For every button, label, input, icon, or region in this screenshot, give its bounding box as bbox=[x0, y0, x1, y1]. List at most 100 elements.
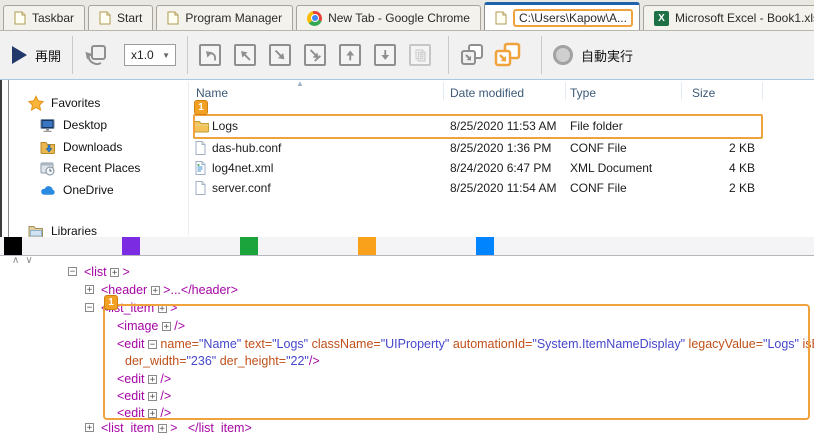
collapse-toggle-icon[interactable]: − bbox=[85, 303, 94, 312]
file-type: File folder bbox=[570, 119, 623, 133]
autorun-button[interactable]: 自動実行 bbox=[553, 45, 633, 65]
sidebar-item-recent-places[interactable]: Recent Places bbox=[40, 159, 140, 177]
collapse-toggle-icon[interactable]: − bbox=[148, 340, 157, 349]
step-button-group bbox=[199, 44, 444, 66]
tree-token: > bbox=[119, 265, 130, 279]
file-name: server.conf bbox=[212, 181, 271, 195]
tree-row[interactable]: <edit + /> bbox=[0, 389, 814, 405]
file-name: das-hub.conf bbox=[212, 141, 281, 155]
file-size: 2 KB bbox=[630, 181, 755, 195]
expand-toggle-icon[interactable]: + bbox=[158, 424, 167, 433]
tree-row[interactable]: −<list + > bbox=[0, 265, 814, 281]
expand-toggle-icon[interactable]: + bbox=[148, 409, 157, 418]
tree-row[interactable]: −<list_item + > bbox=[0, 301, 814, 317]
color-swatch[interactable] bbox=[122, 237, 140, 255]
color-swatch[interactable] bbox=[240, 237, 258, 255]
switch-window-active-icon bbox=[494, 42, 522, 68]
expand-toggle-icon[interactable]: + bbox=[158, 304, 167, 313]
arrow-up-left-curve-button[interactable] bbox=[199, 44, 221, 66]
switch-window-active-button[interactable] bbox=[494, 42, 522, 68]
tree-token: automationId= bbox=[449, 337, 532, 351]
color-swatch[interactable] bbox=[358, 237, 376, 255]
expand-toggle-icon[interactable]: + bbox=[85, 285, 94, 294]
zoom-select[interactable]: x1.0 ▼ bbox=[124, 44, 176, 66]
column-header-name[interactable]: Name bbox=[196, 86, 228, 100]
tree-token: <edit bbox=[117, 406, 148, 420]
tree-row[interactable]: +<header + >...</header> bbox=[0, 283, 814, 299]
arrow-down-right-button[interactable] bbox=[269, 44, 291, 66]
switch-window-button[interactable] bbox=[460, 43, 486, 67]
tree-row[interactable]: <edit + /> bbox=[0, 372, 814, 388]
tree-token: /> bbox=[157, 372, 171, 386]
toolbar: 再開 x1.0 ▼ bbox=[0, 31, 814, 80]
tree-token: isEn bbox=[799, 337, 814, 351]
tab-c-users-kapow-a[interactable]: C:\Users\Kapow\A... bbox=[484, 2, 640, 30]
xml-file-icon bbox=[193, 160, 208, 176]
tree-row[interactable]: <edit + /> bbox=[0, 406, 814, 422]
tab-label: Microsoft Excel - Book1.xlsx bbox=[675, 11, 814, 25]
tree-token: "Logs" bbox=[272, 337, 308, 351]
resume-button[interactable]: 再開 bbox=[12, 46, 61, 65]
file-row-server-conf[interactable]: server.conf8/25/2020 11:54 AMCONF File2 … bbox=[190, 180, 770, 198]
tree-token: </list_item> bbox=[188, 421, 252, 433]
file-row-das-hub-conf[interactable]: das-hub.conf8/25/2020 1:36 PMCONF File2 … bbox=[190, 140, 770, 158]
column-header-size[interactable]: Size bbox=[692, 86, 715, 100]
device-automation-window: Taskbar Start Program ManagerNew Tab - Goo… bbox=[0, 0, 814, 433]
tab-start[interactable]: Start bbox=[88, 5, 153, 30]
tree-token: text= bbox=[241, 337, 272, 351]
tab-label: Start bbox=[117, 11, 142, 25]
tree-token: /> bbox=[157, 389, 171, 403]
toolbar-separator bbox=[72, 36, 73, 74]
expand-toggle-icon[interactable]: + bbox=[148, 392, 157, 401]
file-icon bbox=[193, 140, 208, 156]
sidebar-item-onedrive[interactable]: OneDrive bbox=[40, 181, 114, 199]
file-row-logs[interactable]: Logs8/25/2020 11:53 AMFile folder bbox=[190, 118, 770, 136]
tree-token: <list_item bbox=[101, 301, 158, 315]
tree-token: <list bbox=[84, 265, 110, 279]
column-separator bbox=[681, 82, 682, 100]
expand-toggle-icon[interactable]: + bbox=[162, 322, 171, 331]
tree-row[interactable]: der_width="236" der_height="22"/> bbox=[0, 354, 814, 370]
tree-token: className= bbox=[308, 337, 381, 351]
chrome-icon bbox=[307, 11, 322, 26]
tree-token: "22" bbox=[286, 354, 309, 368]
tree-row[interactable]: +<list_item + > </list_item> bbox=[0, 421, 814, 433]
tab-bar: Taskbar Start Program ManagerNew Tab - Goo… bbox=[0, 0, 814, 31]
copy-disabled-button[interactable] bbox=[409, 44, 431, 66]
color-swatch[interactable] bbox=[476, 237, 494, 255]
sidebar-item-downloads[interactable]: Downloads bbox=[40, 138, 122, 156]
tree-token: > bbox=[167, 301, 178, 315]
sidebar-item-desktop[interactable]: Desktop bbox=[40, 116, 107, 134]
tab-program-manager[interactable]: Program Manager bbox=[156, 5, 293, 30]
tree-row[interactable]: <image + /> bbox=[0, 319, 814, 335]
tab-microsoft-excel-book1-xlsx[interactable]: XMicrosoft Excel - Book1.xlsx bbox=[643, 5, 814, 30]
tree-row[interactable]: <edit − name="Name" text="Logs" classNam… bbox=[0, 337, 814, 353]
file-date: 8/25/2020 1:36 PM bbox=[450, 141, 551, 155]
arrow-up-left-button[interactable] bbox=[234, 44, 256, 66]
expand-toggle-icon[interactable]: + bbox=[151, 286, 160, 295]
toolbar-separator bbox=[448, 36, 449, 74]
sidebar-item-label: Downloads bbox=[63, 140, 122, 154]
expand-toggle-icon[interactable]: + bbox=[148, 375, 157, 384]
color-swatch[interactable] bbox=[4, 237, 22, 255]
arrow-down-right-line-button[interactable] bbox=[304, 44, 326, 66]
page-icon bbox=[99, 11, 111, 25]
arrow-down-button[interactable] bbox=[374, 44, 396, 66]
collapse-toggle-icon[interactable]: − bbox=[68, 267, 77, 276]
downloads-icon bbox=[40, 140, 56, 155]
column-header-type[interactable]: Type bbox=[570, 86, 596, 100]
file-row-log4net-xml[interactable]: log4net.xml8/24/2020 6:47 PMXML Document… bbox=[190, 160, 770, 178]
tab-highlight-box: C:\Users\Kapow\A... bbox=[513, 9, 633, 27]
tab-new-tab-google-chrome[interactable]: New Tab - Google Chrome bbox=[296, 5, 481, 30]
sidebar-item-favorites[interactable]: Favorites bbox=[28, 94, 100, 112]
arrow-up-left-icon bbox=[239, 49, 252, 62]
expand-toggle-icon[interactable]: + bbox=[110, 268, 119, 277]
expand-toggle-icon[interactable]: + bbox=[85, 423, 94, 432]
arrow-up-button[interactable] bbox=[339, 44, 361, 66]
file-name: log4net.xml bbox=[212, 161, 273, 175]
tab-taskbar[interactable]: Taskbar bbox=[3, 5, 85, 30]
column-header-date-modified[interactable]: Date modified bbox=[450, 86, 524, 100]
refresh-button[interactable] bbox=[84, 43, 108, 67]
file-date: 8/24/2020 6:47 PM bbox=[450, 161, 551, 175]
tree-token: /> bbox=[157, 406, 171, 420]
